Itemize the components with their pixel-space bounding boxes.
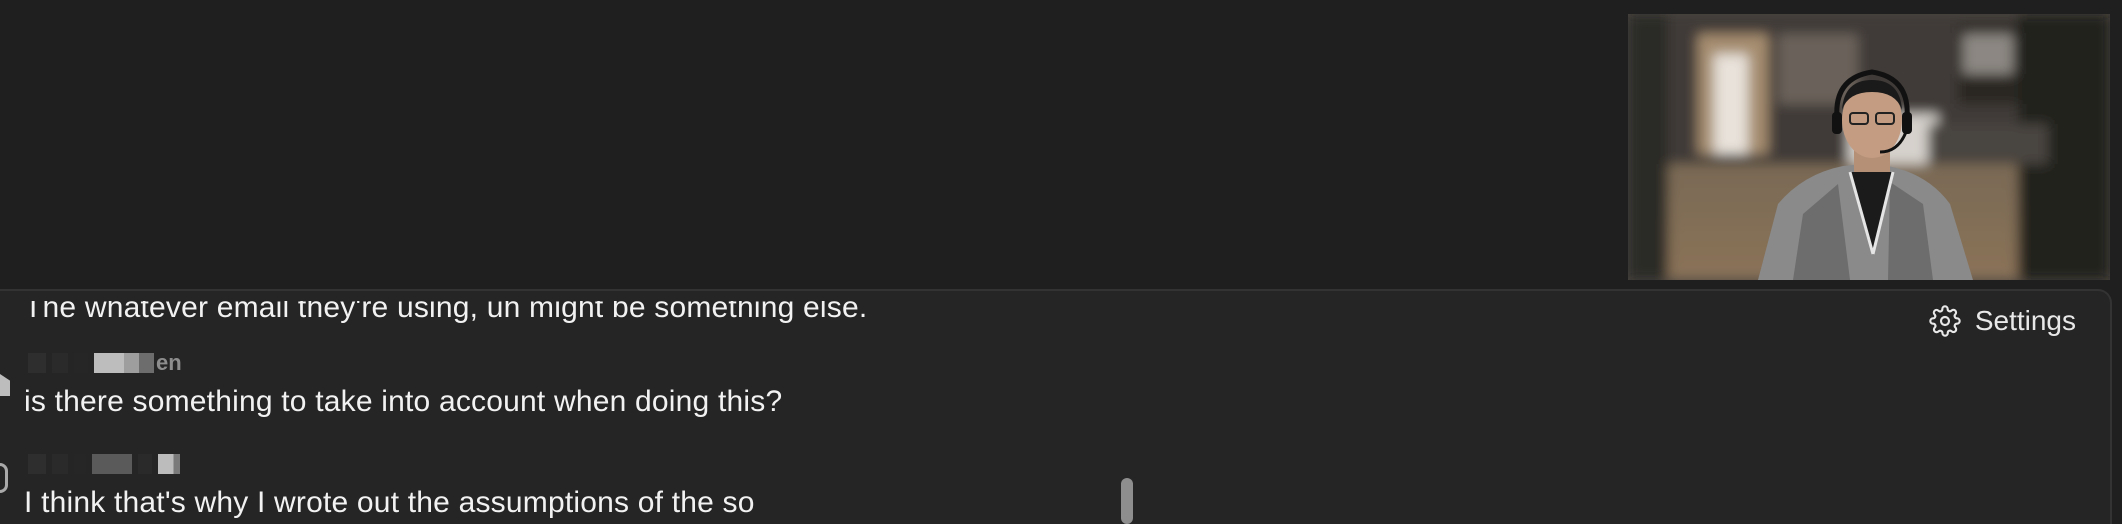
gear-icon (1929, 305, 1961, 337)
speaker-name-redacted: en (28, 350, 182, 375)
speaker-name-suffix: en (156, 350, 182, 375)
redacted-block (94, 353, 154, 373)
redacted-block (52, 454, 68, 474)
scrollbar-thumb[interactable] (1121, 478, 1133, 524)
edge-cutoff-shape (0, 374, 10, 396)
redacted-block (92, 454, 132, 474)
caption-line: I think that's why I wrote out the assum… (24, 486, 755, 519)
self-video-tile[interactable] (1628, 14, 2110, 280)
speaker-name-redacted (28, 453, 180, 475)
redacted-block (74, 353, 88, 373)
redacted-block (138, 454, 152, 474)
captions-panel[interactable]: The whatever email they're using, uh mig… (0, 289, 2112, 524)
redacted-block (28, 353, 46, 373)
redacted-block (28, 454, 46, 474)
video-feed (1628, 14, 2110, 280)
redacted-block (74, 454, 86, 474)
meeting-window: The whatever email they're using, uh mig… (0, 0, 2122, 524)
caption-line: is there something to take into account … (24, 385, 783, 418)
caption-line: The whatever email they're using, uh mig… (24, 291, 868, 324)
redacted-block (52, 353, 68, 373)
redacted-block (158, 454, 180, 474)
edge-cutoff-shape (0, 463, 8, 493)
settings-button[interactable]: Settings (1929, 305, 2076, 337)
settings-label: Settings (1974, 305, 2076, 336)
